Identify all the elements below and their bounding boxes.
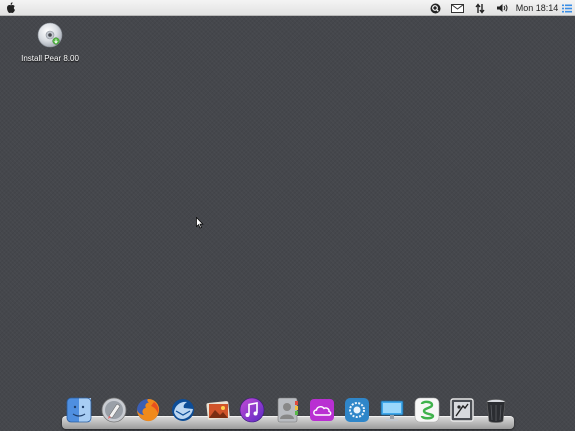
itunes-icon[interactable] [238, 396, 266, 424]
thunderbird-icon[interactable] [169, 396, 197, 424]
photos-icon[interactable] [204, 396, 232, 424]
menu-bar-clock[interactable]: Mon 18:14 [514, 0, 560, 16]
launchpad-icon[interactable] [100, 396, 128, 424]
desktop-icon-label: Install Pear 8.00 [21, 54, 79, 63]
network-icon[interactable] [473, 0, 487, 16]
contacts-icon[interactable] [273, 396, 301, 424]
app-store-icon[interactable] [343, 396, 371, 424]
disc-icon [37, 22, 63, 48]
list-icon[interactable] [560, 0, 573, 16]
menu-bar: Mon 18:14 [0, 0, 575, 16]
mail-icon[interactable] [449, 0, 465, 16]
trash-icon[interactable] [482, 396, 510, 424]
scanner-icon[interactable] [448, 396, 476, 424]
dock [62, 396, 514, 426]
display-icon[interactable] [378, 396, 406, 424]
mouse-cursor-icon [196, 216, 204, 234]
finder-icon[interactable] [65, 396, 93, 424]
volume-icon[interactable] [494, 0, 510, 16]
messages-icon[interactable] [413, 396, 441, 424]
firefox-icon[interactable] [134, 396, 162, 424]
search-icon[interactable] [428, 0, 442, 16]
desktop-icon-install-pear[interactable]: Install Pear 8.00 [14, 22, 86, 63]
apple-icon[interactable] [4, 0, 18, 16]
cloud-icon[interactable] [308, 396, 336, 424]
